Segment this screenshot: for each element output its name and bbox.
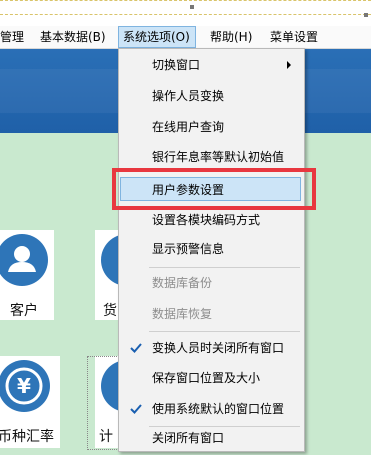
title-bar: [0, 0, 371, 27]
svg-text:¥: ¥: [17, 374, 31, 398]
menu-item-label: 变换人员时关闭所有窗口: [152, 341, 285, 355]
menu-item-db-backup: 数据库备份: [120, 271, 301, 295]
menu-item-label: 使用系统默认的窗口位置: [152, 402, 285, 416]
menu-item-switch-window[interactable]: 切换窗口: [120, 53, 301, 77]
tile-label-goods: 货: [103, 303, 117, 319]
menu-item-change-operator[interactable]: 操作人员变换: [120, 84, 301, 108]
menu-item-save-window-pos[interactable]: 保存窗口位置及大小: [120, 366, 301, 390]
menu-item-db-restore: 数据库恢复: [120, 302, 301, 326]
menu-item-module-encoding[interactable]: 设置各模块编码方式: [120, 208, 301, 232]
menu-help[interactable]: 帮助(H): [206, 26, 256, 48]
menu-item-label: 在线用户查询: [152, 120, 225, 134]
menu-item-label: 保存窗口位置及大小: [152, 371, 261, 385]
menu-menu-settings[interactable]: 菜单设置: [266, 26, 322, 48]
menu-separator: [149, 267, 300, 268]
menu-item-label: 数据库恢复: [152, 307, 213, 321]
menu-system-options[interactable]: 系统选项(O): [118, 26, 196, 48]
customer-icon: [0, 234, 48, 286]
check-icon: [130, 343, 142, 353]
menu-bar: 管理 基本数据(B) 系统选项(O) 帮助(H) 菜单设置: [0, 26, 371, 49]
currency-icon: ¥: [0, 360, 50, 412]
menu-item-label: 切换窗口: [152, 58, 201, 72]
submenu-arrow-icon: [287, 61, 291, 69]
menu-basic-data[interactable]: 基本数据(B): [36, 26, 110, 48]
menu-item-default-window-pos[interactable]: 使用系统默认的窗口位置: [120, 397, 301, 421]
menu-item-label: 关闭所有窗口: [152, 431, 225, 445]
menu-item-label: 数据库备份: [152, 276, 213, 290]
resize-grip-right[interactable]: [364, 13, 368, 17]
tile-customer[interactable]: 客户: [0, 230, 54, 320]
highlight-annotation-box: [112, 168, 316, 210]
system-options-dropdown: 切换窗口 操作人员变换 在线用户查询 银行年息率等默认初始值 用户参数设置 设置…: [118, 48, 305, 452]
menu-item-close-all[interactable]: 关闭所有窗口: [120, 426, 301, 450]
tile-currency[interactable]: ¥ 币种汇率: [0, 356, 60, 448]
title-divider: [0, 14, 371, 15]
tile-label-customer: 客户: [10, 303, 38, 319]
menu-item-label: 设置各模块编码方式: [152, 213, 261, 227]
menu-item-show-alerts[interactable]: 显示预警信息: [120, 237, 301, 261]
menu-item-online-users[interactable]: 在线用户查询: [120, 115, 301, 139]
menu-management[interactable]: 管理: [0, 26, 28, 48]
menu-item-label: 银行年息率等默认初始值: [152, 150, 285, 164]
menu-item-bank-defaults[interactable]: 银行年息率等默认初始值: [120, 145, 301, 169]
menu-item-label: 显示预警信息: [152, 242, 225, 256]
menu-separator: [149, 331, 300, 332]
resize-grip[interactable]: [190, 5, 194, 9]
tile-label-currency: 币种汇率: [0, 429, 54, 445]
menu-item-close-on-change[interactable]: 变换人员时关闭所有窗口: [120, 336, 301, 360]
check-icon: [130, 404, 142, 414]
menu-item-label: 操作人员变换: [152, 89, 225, 103]
